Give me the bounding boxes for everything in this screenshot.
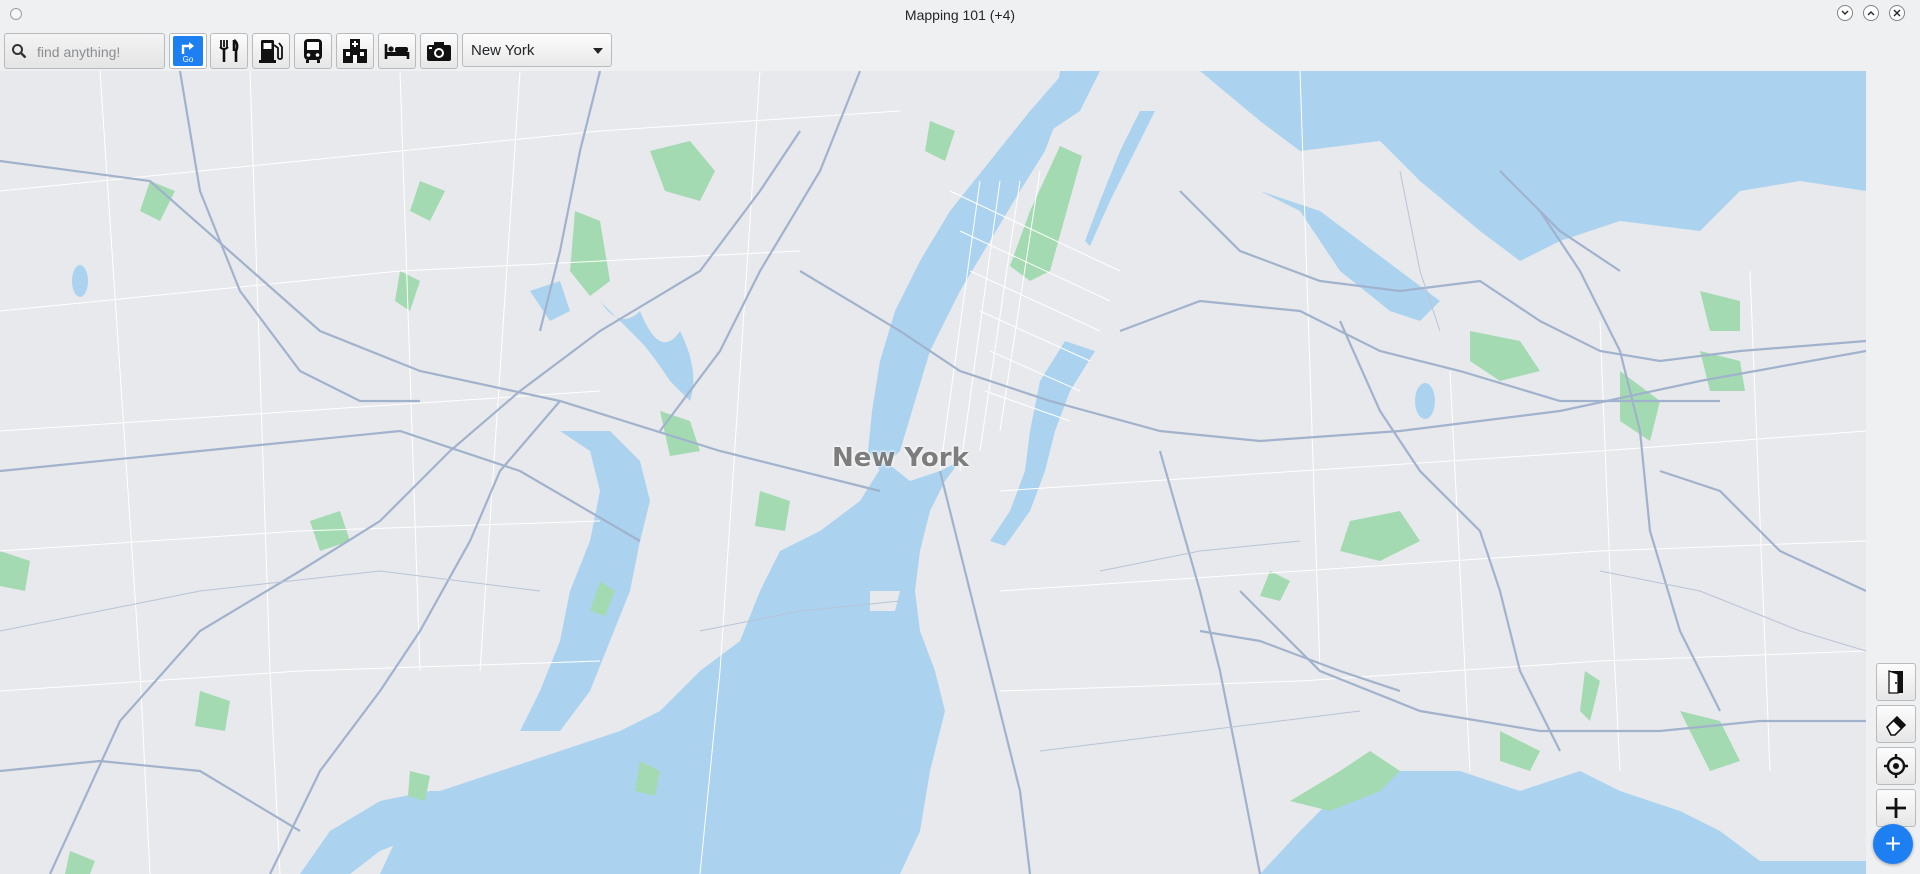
chevron-down-icon <box>1841 10 1849 15</box>
restaurants-button[interactable] <box>210 33 248 69</box>
search-icon <box>12 44 27 59</box>
map-canvas[interactable]: New York <box>0 71 1866 874</box>
toolbar: Go <box>0 29 1920 71</box>
fork-knife-icon <box>219 38 239 62</box>
bed-icon <box>384 44 410 59</box>
plus-icon <box>1886 798 1906 818</box>
close-button[interactable] <box>1889 5 1905 21</box>
fuel-button[interactable] <box>252 33 290 69</box>
directions-icon: Go <box>173 36 203 66</box>
bus-icon <box>304 39 322 63</box>
search-box[interactable] <box>4 33 165 69</box>
camera-icon <box>427 42 451 61</box>
chevron-down-icon <box>593 48 603 54</box>
zoom-in-button[interactable] <box>1876 789 1916 827</box>
city-label: New York <box>832 443 969 473</box>
close-icon <box>1893 9 1901 17</box>
transit-button[interactable] <box>294 33 332 69</box>
search-input[interactable] <box>35 40 163 64</box>
add-icon: + <box>1884 828 1902 859</box>
minimize-button[interactable] <box>1837 5 1853 21</box>
chevron-up-icon <box>1867 11 1875 16</box>
go-directions-button[interactable]: Go <box>169 33 207 69</box>
location-select[interactable]: New York <box>462 33 612 67</box>
photo-button[interactable] <box>420 33 458 69</box>
lodging-button[interactable] <box>378 33 416 69</box>
side-controls-panel <box>1866 71 1920 874</box>
eraser-button[interactable] <box>1876 705 1916 743</box>
exit-button[interactable] <box>1876 663 1916 701</box>
location-select-value: New York <box>471 42 535 59</box>
window-title: Mapping 101 (+4) <box>904 7 1016 23</box>
fuel-pump-icon <box>259 40 283 63</box>
add-fab-button[interactable]: + <box>1873 824 1913 864</box>
door-exit-icon <box>1888 670 1903 694</box>
hospital-icon <box>343 39 367 63</box>
crosshair-icon <box>1884 754 1908 778</box>
eraser-icon <box>1886 715 1907 736</box>
maximize-button[interactable] <box>1863 5 1879 21</box>
go-label: Go <box>182 55 194 64</box>
window-titlebar: Mapping 101 (+4) <box>0 0 1920 30</box>
hospital-button[interactable] <box>336 33 374 69</box>
locate-button[interactable] <box>1876 747 1916 785</box>
